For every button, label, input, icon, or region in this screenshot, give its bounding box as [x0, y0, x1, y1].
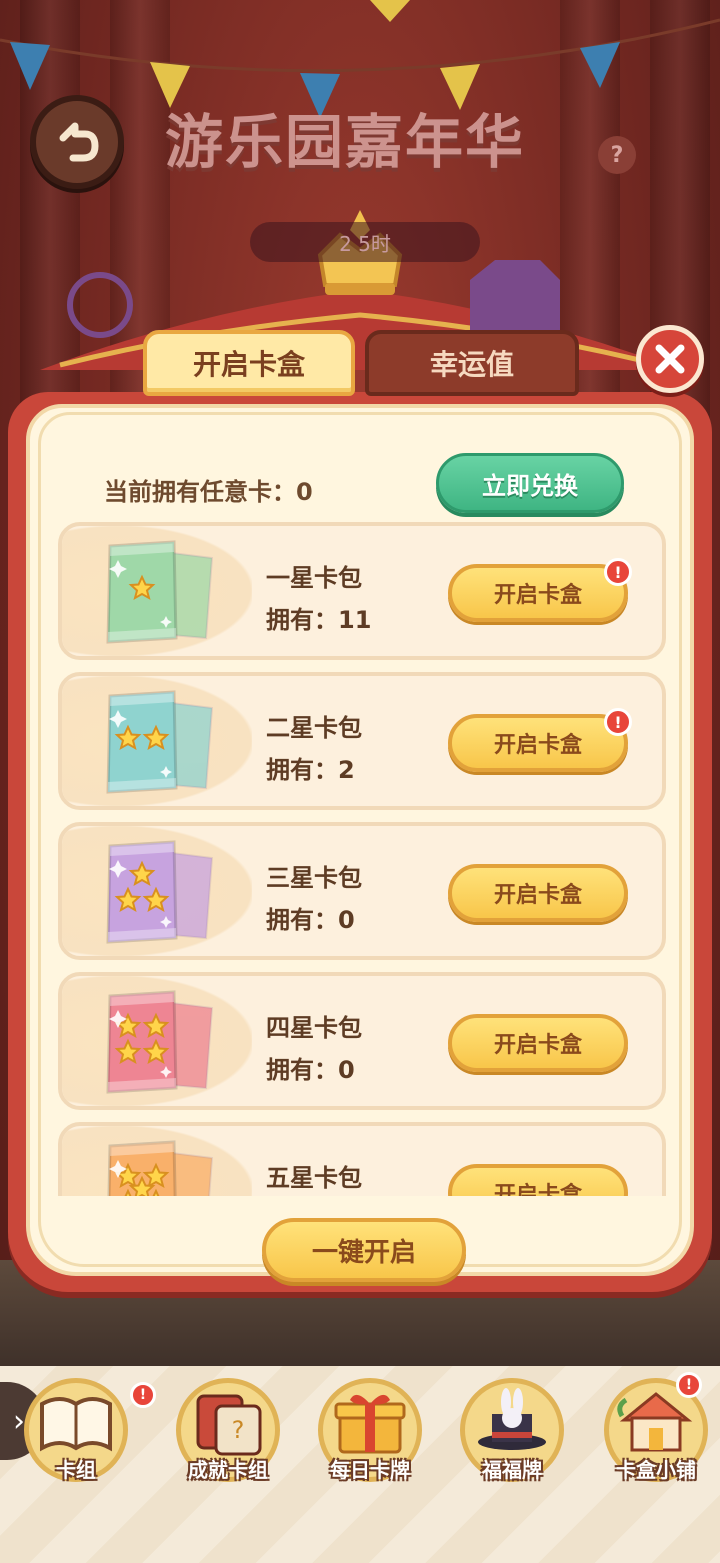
nav-item-label: 成就卡组	[188, 1458, 268, 1482]
alert-badge-icon: !	[604, 708, 632, 736]
svg-text:?: ?	[232, 1416, 245, 1444]
card-pack-icon	[106, 690, 214, 794]
open-pack-button[interactable]: 开启卡盒	[448, 1014, 628, 1072]
back-arrow-icon	[59, 122, 99, 162]
pack-owned-count: 拥有：0	[266, 906, 355, 934]
pack-row: 四星卡包拥有：0 开启卡盒	[58, 972, 666, 1110]
pack-row: 二星卡包拥有：2 开启卡盒!	[58, 672, 666, 810]
card-pack-icon	[106, 540, 214, 644]
pack-row: 三星卡包拥有：0 开启卡盒	[58, 822, 666, 960]
open-pack-button[interactable]: 开启卡盒	[448, 564, 628, 622]
card-pack-list[interactable]: 一星卡包拥有：11 开启卡盒! 二星卡包拥有：2 开启卡盒! 三星卡包拥有：0 开启卡…	[56, 522, 668, 1196]
card-stack-icon: ?	[196, 1394, 262, 1456]
nav-item-label: 每日卡牌	[330, 1458, 410, 1482]
book-icon	[40, 1397, 112, 1452]
exchange-now-button[interactable]: 立即兑换	[436, 453, 624, 513]
nav-item-label: 卡盒小铺	[616, 1458, 696, 1482]
open-pack-button[interactable]: 开启卡盒	[448, 1164, 628, 1196]
nav-item-label: 福福牌	[482, 1458, 542, 1482]
nav-item[interactable]: ? 成就卡组	[168, 1378, 288, 1498]
pack-owned-count: 拥有：11	[266, 606, 372, 634]
pack-owned-count: 拥有：2	[266, 756, 355, 784]
close-button[interactable]	[636, 325, 704, 393]
pack-name: 二星卡包	[266, 714, 362, 742]
nav-item[interactable]: 卡组!	[16, 1378, 156, 1498]
card-pack-icon	[106, 990, 214, 1094]
help-button[interactable]: ?	[598, 136, 636, 174]
pack-row: 一星卡包拥有：11 开启卡盒!	[58, 522, 666, 660]
nav-item[interactable]: 每日卡牌	[310, 1378, 430, 1498]
close-icon	[655, 344, 685, 374]
card-pack-icon	[106, 840, 214, 944]
card-pack-icon	[107, 1140, 214, 1196]
pack-owned-count: 拥有：0	[266, 1056, 355, 1084]
nav-item[interactable]: 福福牌	[452, 1378, 572, 1498]
pack-name: 五星卡包	[266, 1164, 362, 1192]
open-all-button[interactable]: 一键开启	[262, 1218, 466, 1282]
nav-item[interactable]: 卡盒小铺!	[596, 1372, 716, 1498]
pack-name: 一星卡包	[266, 564, 362, 592]
alert-badge-icon: !	[604, 558, 632, 586]
event-timer: 2 5时	[250, 222, 480, 262]
pack-row: 五星卡包 开启卡盒	[58, 1122, 666, 1196]
tab-luck-value[interactable]: 幸运值	[365, 330, 579, 396]
back-button[interactable]	[30, 95, 124, 189]
pack-name: 三星卡包	[266, 864, 362, 892]
wildcard-count-label: 当前拥有任意卡：0	[104, 478, 313, 506]
magic-hat-icon	[478, 1388, 546, 1450]
pack-name: 四星卡包	[266, 1014, 362, 1042]
alert-badge-icon: !	[676, 1372, 702, 1398]
nav-item-label: 卡组	[56, 1458, 96, 1482]
gift-box-icon	[334, 1394, 406, 1454]
open-pack-button[interactable]: 开启卡盒	[448, 864, 628, 922]
tab-open-card-box[interactable]: 开启卡盒	[143, 330, 355, 396]
page-title: 游乐园嘉年华	[165, 108, 526, 176]
open-pack-button[interactable]: 开启卡盒	[448, 714, 628, 772]
alert-badge-icon: !	[130, 1382, 156, 1408]
